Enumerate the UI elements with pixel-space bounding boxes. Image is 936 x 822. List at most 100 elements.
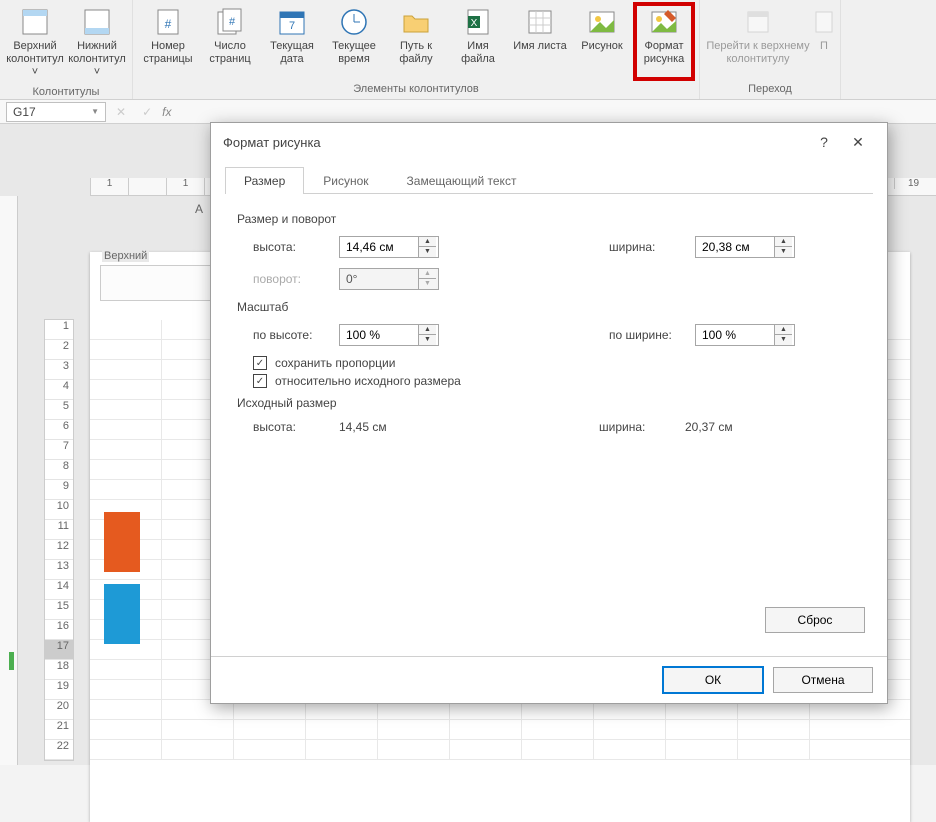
file-path-button[interactable]: Путь к файлу: [385, 2, 447, 81]
group-label-nav: Переход: [746, 81, 794, 97]
spin-down-icon[interactable]: ▼: [775, 335, 792, 345]
current-time-button[interactable]: Текущее время: [323, 2, 385, 81]
page-number-button[interactable]: # Номер страницы: [137, 2, 199, 81]
ribbon: Верхний колонтитул ˅ Нижний колонтитул ˅…: [0, 0, 936, 100]
label: Рисунок: [581, 40, 623, 53]
header-section-label: Верхний: [102, 250, 149, 262]
svg-text:#: #: [229, 16, 236, 28]
cell-fill-blue: [104, 584, 140, 644]
vertical-ruler: [0, 196, 18, 765]
ok-button[interactable]: ОК: [663, 667, 763, 693]
label: Имя файла: [449, 40, 507, 66]
page-count-icon: #: [214, 6, 246, 38]
scale-width-input[interactable]: ▲▼: [695, 324, 795, 346]
page-count-button[interactable]: # Число страниц: [199, 2, 261, 81]
clock-icon: [338, 6, 370, 38]
picture-format-icon: [648, 6, 680, 38]
cell-fill-orange: [104, 512, 140, 572]
spin-down-icon: ▼: [419, 279, 436, 289]
label: Текущее время: [325, 40, 383, 66]
footer-button[interactable]: Нижний колонтитул ˅: [66, 2, 128, 84]
calendar-icon: 7: [276, 6, 308, 38]
height-input[interactable]: ▲▼: [339, 236, 439, 258]
section-scale: Масштаб: [237, 300, 861, 314]
reset-button[interactable]: Сброс: [765, 607, 865, 633]
accept-icon: ✓: [136, 105, 158, 119]
chevron-down-icon[interactable]: ▼: [91, 107, 99, 116]
spin-up-icon[interactable]: ▲: [419, 237, 436, 247]
spin-down-icon[interactable]: ▼: [775, 247, 792, 257]
label-height: высота:: [253, 240, 339, 254]
lock-aspect-label: сохранить пропорции: [275, 356, 395, 370]
checkmark-icon: ✓: [253, 374, 267, 388]
row-selection-indicator: [9, 652, 14, 670]
column-header-a[interactable]: A: [195, 202, 203, 216]
dialog-titlebar[interactable]: Формат рисунка ? ✕: [211, 123, 887, 161]
row-headers[interactable]: 1234 5678 9101112 13141516 17181920 2122: [44, 319, 74, 761]
ribbon-group-elements: # Номер страницы # Число страниц 7 Текущ…: [133, 0, 700, 99]
lock-aspect-checkbox[interactable]: ✓ сохранить пропорции: [253, 356, 861, 370]
svg-text:7: 7: [289, 20, 295, 32]
scale-height-field[interactable]: [340, 325, 418, 345]
dialog-title: Формат рисунка: [223, 135, 321, 150]
header-label: Верхний колонтитул ˅: [6, 40, 64, 80]
current-date-button[interactable]: 7 Текущая дата: [261, 2, 323, 81]
dialog-tabs: Размер Рисунок Замещающий текст: [225, 167, 873, 194]
spin-up-icon[interactable]: ▲: [775, 237, 792, 247]
formula-bar: G17 ▼ ✕ ✓ fx: [0, 100, 936, 124]
label-scale-width: по ширине:: [609, 328, 695, 342]
goto-header-button: Перейти к верхнему колонтитулу: [704, 2, 812, 81]
name-box[interactable]: G17 ▼: [6, 102, 106, 122]
relative-original-label: относительно исходного размера: [275, 374, 461, 388]
spin-down-icon[interactable]: ▼: [419, 335, 436, 345]
height-field[interactable]: [340, 237, 418, 257]
picture-button[interactable]: Рисунок: [571, 2, 633, 81]
tab-size[interactable]: Размер: [225, 167, 304, 194]
spin-up-icon[interactable]: ▲: [775, 325, 792, 335]
help-button[interactable]: ?: [807, 128, 841, 156]
format-picture-dialog: Формат рисунка ? ✕ Размер Рисунок Замеща…: [210, 122, 888, 704]
label-rotate: поворот:: [253, 272, 339, 286]
file-name-button[interactable]: X Имя файла: [447, 2, 509, 81]
footer-label: Нижний колонтитул ˅: [68, 40, 126, 80]
picture-format-button[interactable]: Формат рисунка: [633, 2, 695, 81]
excel-file-icon: X: [462, 6, 494, 38]
dialog-body: Размер и поворот высота: ▲▼ ширина: ▲▼ п…: [211, 194, 887, 444]
sheet-icon: [524, 6, 556, 38]
dialog-footer: ОК Отмена: [211, 656, 887, 703]
label: Формат рисунка: [637, 40, 691, 66]
svg-text:#: #: [165, 17, 172, 31]
label-orig-height: высота:: [253, 420, 339, 434]
spin-up-icon[interactable]: ▲: [419, 325, 436, 335]
checkmark-icon: ✓: [253, 356, 267, 370]
section-original: Исходный размер: [237, 396, 861, 410]
value-orig-height: 14,45 см: [339, 420, 459, 434]
close-button[interactable]: ✕: [841, 128, 875, 156]
folder-icon: [400, 6, 432, 38]
group-label-elements: Элементы колонтитулов: [351, 81, 481, 97]
label: Номер страницы: [139, 40, 197, 66]
header-icon: [19, 6, 51, 38]
cancel-icon: ✕: [110, 105, 132, 119]
tab-alt-text[interactable]: Замещающий текст: [388, 167, 536, 194]
relative-original-checkbox[interactable]: ✓ относительно исходного размера: [253, 374, 861, 388]
section-size-rotate: Размер и поворот: [237, 212, 861, 226]
scale-width-field[interactable]: [696, 325, 774, 345]
spin-down-icon[interactable]: ▼: [419, 247, 436, 257]
label: Число страниц: [201, 40, 259, 66]
cancel-button[interactable]: Отмена: [773, 667, 873, 693]
goto-header-icon: [742, 6, 774, 38]
fx-icon[interactable]: fx: [162, 105, 171, 119]
label: П: [820, 40, 828, 53]
tab-picture[interactable]: Рисунок: [304, 167, 387, 194]
goto-footer-button: П: [812, 2, 836, 81]
scale-height-input[interactable]: ▲▼: [339, 324, 439, 346]
goto-footer-icon: [808, 6, 840, 38]
label: Текущая дата: [263, 40, 321, 66]
page-number-icon: #: [152, 6, 184, 38]
label-orig-width: ширина:: [599, 420, 685, 434]
width-field[interactable]: [696, 237, 774, 257]
width-input[interactable]: ▲▼: [695, 236, 795, 258]
sheet-name-button[interactable]: Имя листа: [509, 2, 571, 81]
header-button[interactable]: Верхний колонтитул ˅: [4, 2, 66, 84]
